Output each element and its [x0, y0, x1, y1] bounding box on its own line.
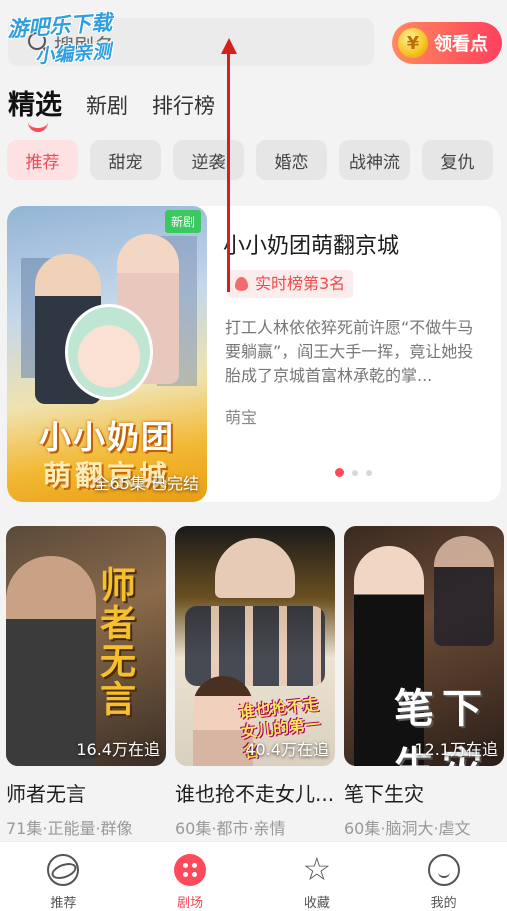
bottom-nav: 推荐 剧场 ☆ 收藏 我的	[0, 841, 507, 911]
featured-description: 打工人林依依猝死前许愿“不做牛马要躺赢”，阎王大手一挥，竟让她投胎成了京城首富林…	[225, 318, 474, 385]
drama-card[interactable]: 谁也抢不走女儿的第一名 40.4万在追 谁也抢不走女儿... 60集·都市·亲情	[175, 526, 335, 839]
chip-war-god[interactable]: 战神流	[339, 140, 410, 180]
nav-label: 推荐	[50, 896, 77, 911]
episode-count: 全65集 已完结	[93, 474, 199, 493]
chip-revenge[interactable]: 复仇	[422, 140, 493, 180]
carousel-dot-active	[335, 468, 344, 477]
follower-count: 16.4万在追	[76, 740, 160, 759]
featured-drama-card[interactable]: 小小奶团 萌翻京城 全65集 已完结 新剧 小小奶团萌翻京城 实时榜第3名 打工…	[7, 206, 501, 502]
drama-name[interactable]: 谁也抢不走女儿...	[175, 778, 335, 807]
planet-icon	[47, 854, 80, 886]
poster-figure-baby	[65, 304, 153, 400]
follower-count: 12.1万在追	[414, 740, 498, 759]
nav-item-theater[interactable]: 剧场	[127, 842, 254, 911]
drama-meta: 71集·正能量·群像	[6, 819, 133, 838]
drama-meta: 60集·脑洞大·虐文	[344, 819, 471, 838]
new-badge: 新剧	[165, 210, 202, 233]
drama-meta: 60集·都市·亲情	[175, 819, 286, 838]
featured-tag: 萌宝	[225, 408, 258, 427]
rank-text: 实时榜第3名	[255, 274, 346, 293]
poster-title-line1: 小小奶团	[38, 418, 175, 456]
chip-recommend[interactable]: 推荐	[7, 140, 78, 180]
drama-poster[interactable]: 谁也抢不走女儿的第一名 40.4万在追	[175, 526, 335, 766]
annotation-arrow-head	[221, 38, 237, 54]
nav-label: 剧场	[177, 896, 204, 911]
carousel-indicator	[335, 468, 372, 477]
poster-figure	[434, 536, 494, 646]
featured-title[interactable]: 小小奶团萌翻京城	[223, 228, 399, 260]
drama-card[interactable]: 师者无言 16.4万在追 师者无言 71集·正能量·群像	[6, 526, 166, 839]
category-chips: 推荐 甜宠 逆袭 婚恋 战神流 复仇	[7, 140, 493, 180]
theater-dots-icon	[174, 854, 207, 886]
tab-new-dramas[interactable]: 新剧	[86, 90, 128, 132]
carousel-dot	[352, 469, 358, 476]
chip-sweet[interactable]: 甜宠	[90, 140, 161, 180]
annotation-arrow	[227, 52, 230, 292]
drama-poster[interactable]: 师者无言 16.4万在追	[6, 526, 166, 766]
drama-name[interactable]: 笔下生灾	[344, 778, 504, 807]
star-icon: ☆	[302, 850, 332, 888]
flame-icon	[235, 277, 248, 291]
watermark: 游吧乐下载 小编亲测	[6, 10, 113, 68]
top-tabs: 精选 新剧 排行榜	[8, 84, 215, 132]
nav-label: 收藏	[303, 896, 330, 911]
nav-label: 我的	[430, 896, 457, 911]
claim-coins-label: 领看点	[434, 34, 488, 55]
carousel-dot	[366, 469, 372, 476]
drama-name[interactable]: 师者无言	[6, 778, 166, 807]
rank-badge: 实时榜第3名	[227, 270, 354, 298]
chip-romance[interactable]: 婚恋	[256, 140, 327, 180]
nav-item-mine[interactable]: 我的	[380, 842, 507, 911]
chip-comeback[interactable]: 逆袭	[173, 140, 244, 180]
claim-coins-button[interactable]: ¥ 领看点	[392, 22, 502, 64]
tab-featured[interactable]: 精选	[8, 83, 62, 132]
yen-coin-icon: ¥	[398, 28, 428, 58]
drama-card[interactable]: 笔下生灾 12.1万在追 笔下生灾 60集·脑洞大·虐文	[344, 526, 504, 839]
poster-figure	[6, 556, 96, 766]
featured-poster[interactable]: 小小奶团 萌翻京城 全65集 已完结 新剧	[7, 206, 207, 502]
smile-face-icon	[427, 854, 460, 886]
nav-item-favorites[interactable]: ☆ 收藏	[254, 842, 381, 911]
poster-title: 师者无言	[94, 566, 135, 718]
drama-poster[interactable]: 笔下生灾 12.1万在追	[344, 526, 504, 766]
nav-item-recommend[interactable]: 推荐	[0, 842, 127, 911]
tab-rankings[interactable]: 排行榜	[152, 90, 215, 132]
follower-count: 40.4万在追	[245, 740, 329, 759]
poster-figure	[215, 538, 295, 598]
poster-figures-row	[185, 606, 325, 686]
